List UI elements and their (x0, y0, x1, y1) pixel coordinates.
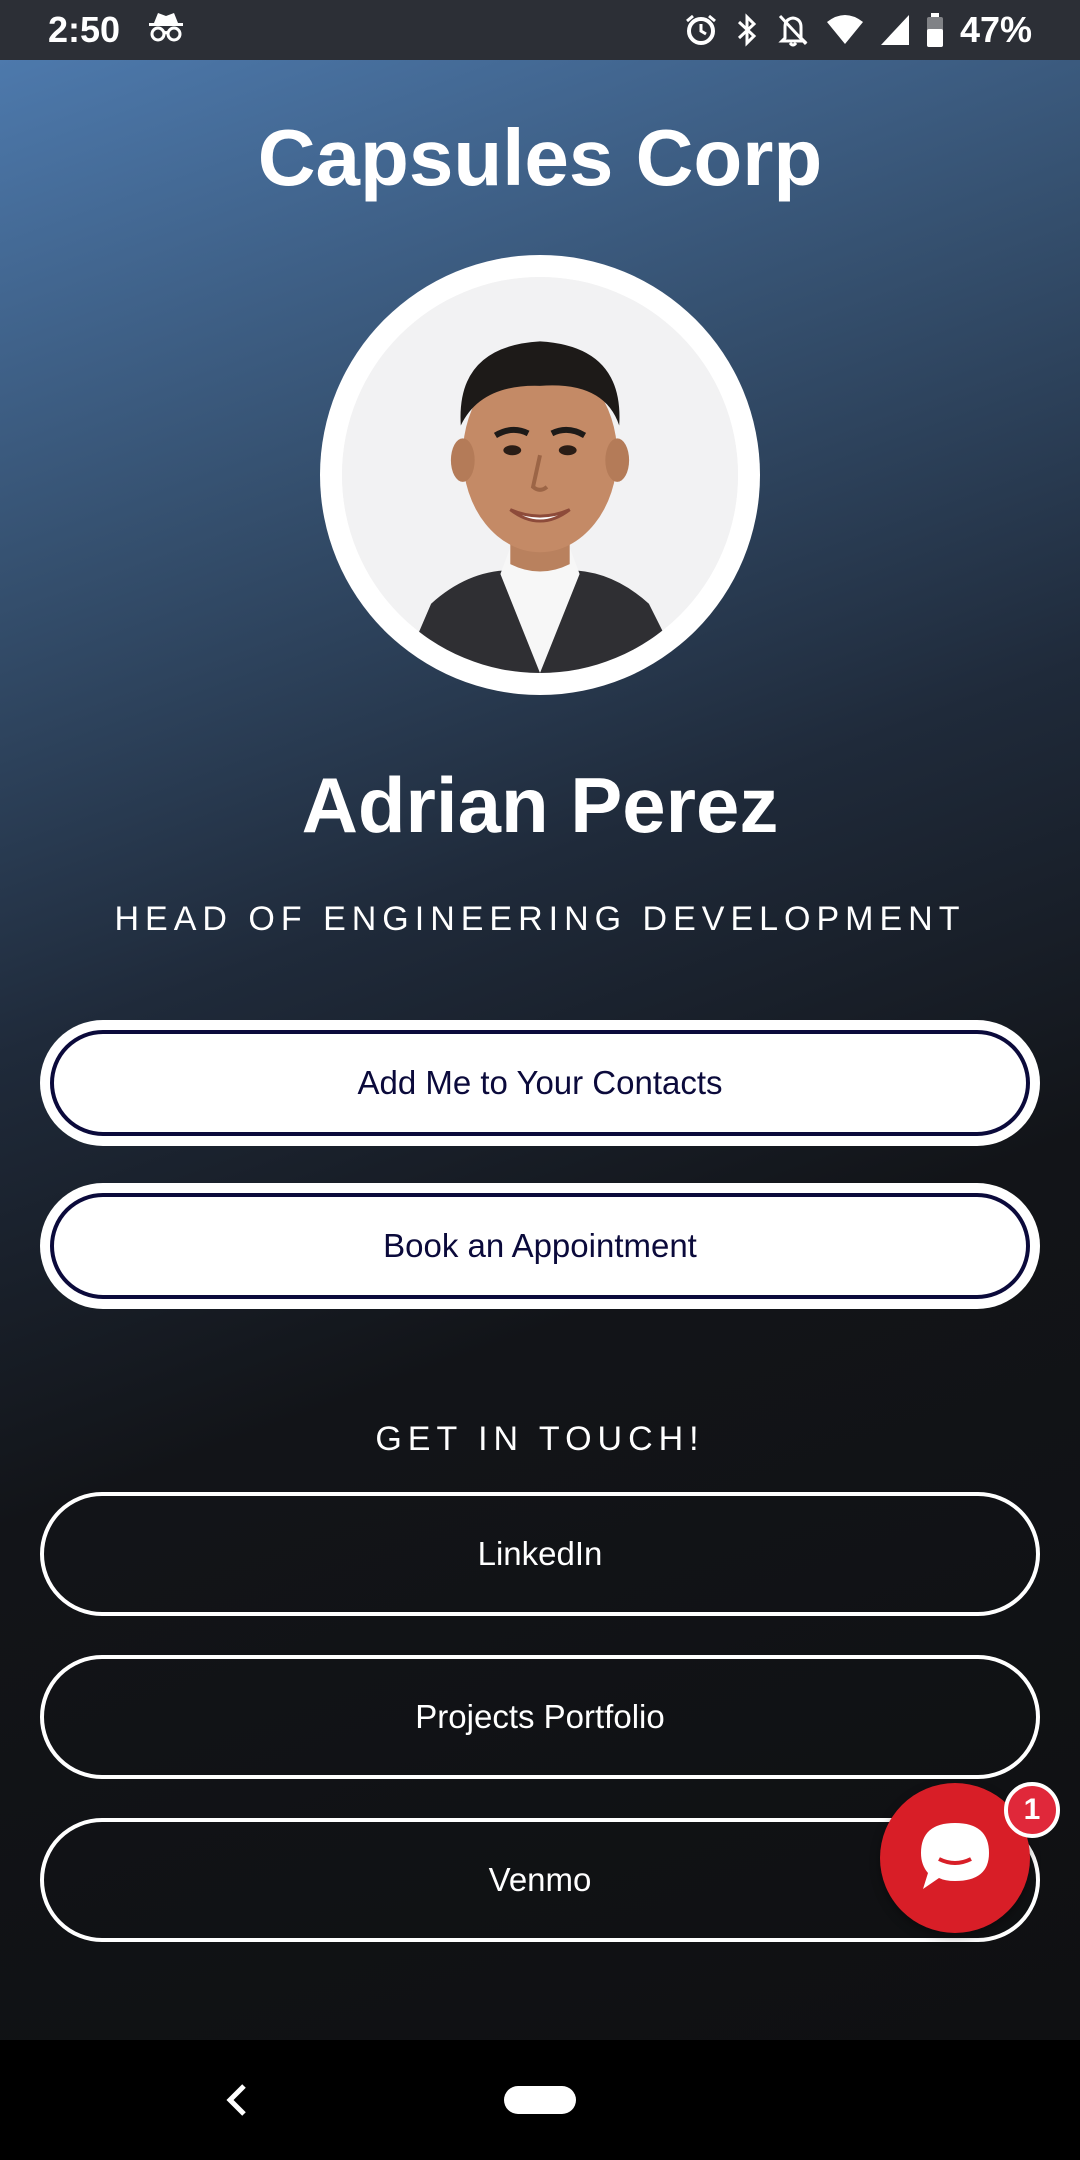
status-time: 2:50 (48, 9, 121, 50)
linkedin-button[interactable]: LinkedIn (40, 1492, 1040, 1616)
battery-percent: 47% (959, 9, 1032, 50)
profile-page: Capsules Corp Adrian Perez HEAD OF ENGIN… (0, 60, 1080, 2040)
book-appointment-button[interactable]: Book an Appointment (40, 1183, 1040, 1309)
navigation-bar (0, 2040, 1080, 2160)
bluetooth-icon (734, 12, 760, 48)
back-icon[interactable] (222, 2078, 250, 2127)
person-title: HEAD OF ENGINEERING DEVELOPMENT (114, 900, 966, 938)
home-pill[interactable] (504, 2086, 576, 2114)
add-contact-button[interactable]: Add Me to Your Contacts (40, 1020, 1040, 1146)
wifi-icon (826, 14, 864, 46)
alarm-icon (684, 13, 718, 47)
person-name: Adrian Perez (301, 761, 779, 849)
book-appointment-label: Book an Appointment (383, 1227, 697, 1264)
portfolio-button[interactable]: Projects Portfolio (40, 1655, 1040, 1779)
chat-bubble-icon (915, 1819, 995, 1898)
chat-notification-badge: 1 (1004, 1782, 1060, 1838)
avatar (320, 255, 760, 695)
status-bar: 2:50 47% (0, 0, 1080, 60)
section-title: GET IN TOUCH! (375, 1420, 705, 1458)
add-contact-label: Add Me to Your Contacts (357, 1064, 723, 1101)
profile-photo (342, 277, 738, 673)
battery-icon (926, 13, 944, 47)
notifications-off-icon (776, 12, 810, 48)
company-name: Capsules Corp (257, 113, 823, 202)
signal-icon (880, 14, 910, 46)
incognito-icon (146, 9, 186, 52)
